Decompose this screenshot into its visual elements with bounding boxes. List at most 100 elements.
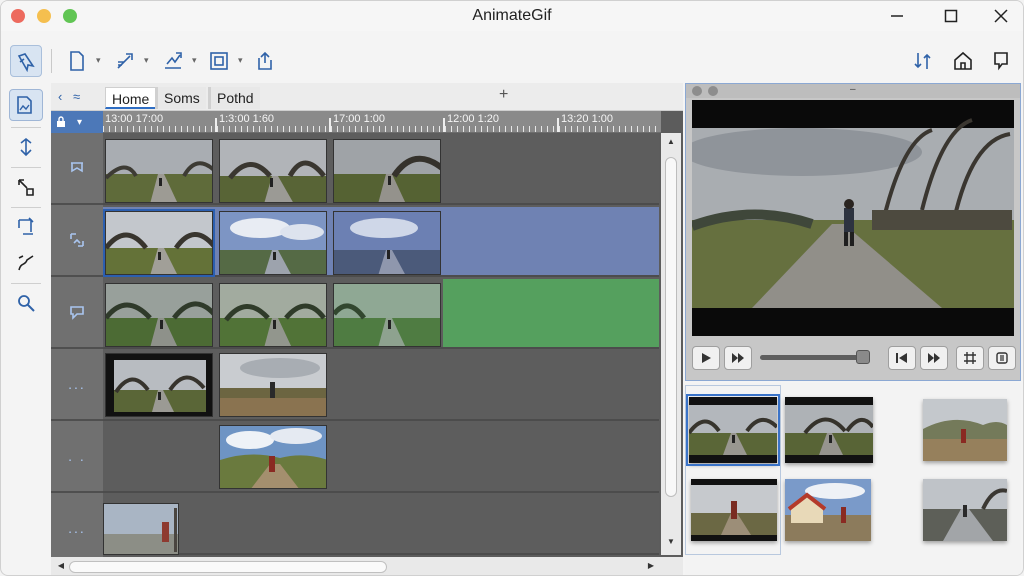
crop-tool-button[interactable]	[9, 211, 43, 243]
cloud-road-image	[334, 212, 440, 274]
tool-separator	[11, 207, 41, 208]
preview-close-dot[interactable]	[692, 86, 702, 96]
tab-soms[interactable]: Soms	[155, 87, 206, 109]
frame-icon	[210, 52, 228, 70]
track-lane[interactable]	[103, 277, 659, 349]
track-header[interactable]: ...	[51, 493, 103, 565]
image-track-icon	[70, 233, 84, 247]
path-tool-button[interactable]	[9, 247, 43, 279]
new-file-icon	[70, 51, 84, 71]
gallery-thumbnail[interactable]	[923, 479, 1007, 541]
maximize-button[interactable]	[931, 3, 971, 29]
track-lane[interactable]	[103, 349, 659, 421]
vertical-scrollbar[interactable]: ▲ ▼	[661, 133, 681, 555]
ruler-major-tick	[329, 118, 331, 132]
layer-tool-button[interactable]	[9, 89, 43, 121]
preview-minimize-icon[interactable]: –	[850, 84, 856, 95]
hill-walker-image	[220, 426, 326, 488]
timeline-frame-selected[interactable]	[103, 209, 215, 277]
previous-frame-button[interactable]	[888, 346, 916, 370]
play-button[interactable]	[692, 346, 720, 370]
track-lane[interactable]	[103, 133, 659, 205]
gallery-thumbnail[interactable]	[923, 399, 1007, 461]
timeline-frame[interactable]	[105, 353, 213, 417]
scroll-down-icon[interactable]: ▼	[665, 537, 677, 549]
move-down-button[interactable]	[9, 131, 43, 163]
track-header[interactable]	[51, 133, 103, 205]
ruler-label: 13:00 17:00	[105, 113, 164, 125]
track-header[interactable]: ...	[51, 349, 103, 421]
zoom-tool-button[interactable]	[9, 287, 43, 319]
frame-tool-button[interactable]	[203, 45, 235, 77]
road-scene-image	[106, 212, 212, 274]
wave-menu-icon[interactable]: ≈	[73, 89, 80, 104]
seek-handle[interactable]	[856, 350, 870, 364]
add-tab-button[interactable]: +	[499, 86, 508, 104]
new-file-button[interactable]	[61, 45, 93, 77]
close-button[interactable]	[981, 3, 1021, 29]
export-button[interactable]	[249, 45, 281, 77]
pen-dropdown-icon[interactable]: ▾	[144, 55, 149, 66]
tab-home[interactable]: Home	[105, 87, 157, 109]
tool-separator	[11, 167, 41, 168]
timeline-frame[interactable]	[333, 283, 441, 347]
pen-tool-button[interactable]	[109, 45, 141, 77]
window-title: AnimateGif	[472, 7, 552, 24]
resize-tool-button[interactable]	[9, 171, 43, 203]
track-header-corner[interactable]: ▾	[51, 111, 103, 133]
scroll-right-icon[interactable]: ▶	[645, 561, 657, 573]
ruler-major-tick	[557, 118, 559, 132]
track-header[interactable]: . .	[51, 421, 103, 493]
grid-button[interactable]	[956, 346, 984, 370]
vertical-scroll-thumb[interactable]	[665, 157, 677, 497]
track-lane[interactable]	[103, 421, 659, 493]
track-header[interactable]	[51, 205, 103, 277]
gallery-thumbnail[interactable]	[785, 479, 871, 541]
chart-tool-button[interactable]	[157, 45, 189, 77]
gallery-thumbnail-selected[interactable]	[686, 394, 780, 466]
chart-dropdown-icon[interactable]: ▾	[192, 55, 197, 66]
sort-button[interactable]	[907, 45, 939, 77]
fit-button[interactable]	[988, 346, 1016, 370]
ruler-label: 1:3:00 1:60	[219, 113, 275, 125]
layer-icon	[17, 96, 32, 114]
timeline-frame[interactable]	[105, 139, 213, 203]
frame-dropdown-icon[interactable]: ▾	[238, 55, 243, 66]
horizontal-scroll-thumb[interactable]	[69, 561, 387, 573]
timeline-frame[interactable]	[333, 211, 441, 275]
tab-pothd[interactable]: Pothd	[208, 87, 260, 109]
minimize-button[interactable]	[877, 3, 917, 29]
gallery-thumbnail[interactable]	[785, 397, 873, 463]
seek-bar[interactable]	[760, 355, 868, 360]
time-ruler[interactable]: 13:00 17:00 1:3:00 1:60 17:00 1:00 12:00…	[103, 111, 661, 133]
track-lane[interactable]	[103, 205, 659, 277]
next-frame-button[interactable]	[920, 346, 948, 370]
corner-dropdown-icon[interactable]: ▾	[77, 117, 82, 128]
new-file-dropdown-icon[interactable]: ▾	[96, 55, 101, 66]
preview-minimize-dot[interactable]	[708, 86, 718, 96]
scroll-left-icon[interactable]: ◀	[55, 561, 67, 573]
thumbnail-gallery	[685, 383, 1021, 575]
scroll-up-icon[interactable]: ▲	[665, 137, 677, 149]
timeline-frame[interactable]	[103, 503, 179, 555]
timeline-frame[interactable]	[333, 139, 441, 203]
timeline-frame[interactable]	[219, 425, 327, 489]
home-button[interactable]	[947, 45, 979, 77]
gallery-thumbnail[interactable]	[691, 479, 777, 541]
horizontal-scrollbar[interactable]: ◀ ▶	[51, 557, 683, 575]
fast-forward-button[interactable]	[724, 346, 752, 370]
field-walker-image	[220, 354, 326, 416]
track-header[interactable]	[51, 277, 103, 349]
back-chevron-icon[interactable]: ‹	[58, 89, 62, 104]
timeline-frame[interactable]	[105, 283, 213, 347]
home-icon	[954, 51, 972, 70]
track-lane[interactable]	[103, 493, 659, 555]
comment-button[interactable]	[985, 45, 1017, 77]
timeline-frame[interactable]	[219, 139, 327, 203]
preview-screen[interactable]	[692, 100, 1014, 336]
timeline-frame[interactable]	[219, 353, 327, 417]
timeline-frame[interactable]	[219, 283, 327, 347]
road-scene-image	[220, 140, 326, 202]
select-tool-button[interactable]	[10, 45, 42, 77]
timeline-frame[interactable]	[219, 211, 327, 275]
